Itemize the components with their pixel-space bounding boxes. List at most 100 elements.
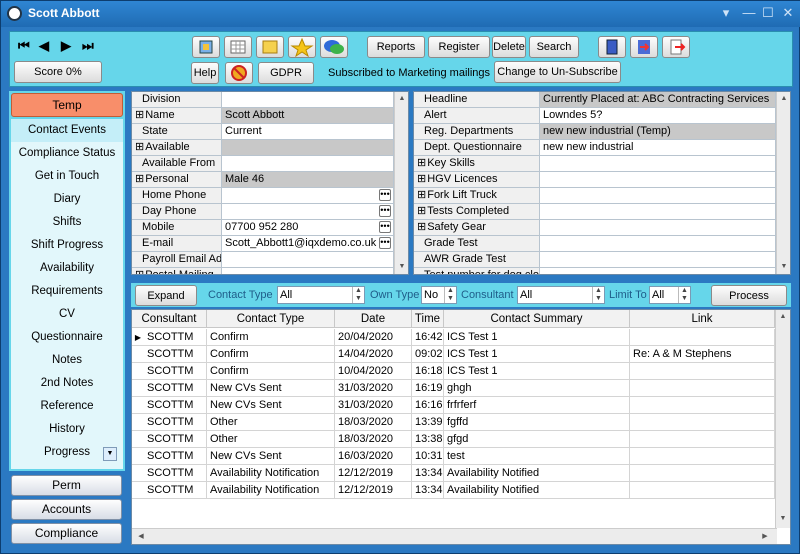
detail-value[interactable]: new new industrial (Temp) bbox=[540, 124, 776, 139]
tab-accounts[interactable]: Accounts bbox=[11, 499, 122, 520]
detail-value[interactable] bbox=[540, 156, 776, 171]
detail-row[interactable]: Headline Currently Placed at: ABC Contrac… bbox=[414, 92, 790, 108]
column-header-date[interactable]: Date bbox=[335, 310, 412, 328]
sidebar-item-reference[interactable]: Reference bbox=[11, 395, 123, 418]
sidebar-item-questionnaire[interactable]: Questionnaire bbox=[11, 326, 123, 349]
process-button[interactable]: Process bbox=[711, 285, 787, 306]
limit-to-select[interactable]: All ▲ ▼ bbox=[649, 286, 691, 304]
calendar-icon[interactable] bbox=[224, 36, 252, 58]
detail-value[interactable]: Currently Placed at: ABC Contracting Ser… bbox=[540, 92, 776, 107]
sidebar-item-get-in-touch[interactable]: Get in Touch bbox=[11, 165, 123, 188]
expand-icon[interactable]: ⊞ bbox=[417, 189, 426, 201]
detail-value[interactable] bbox=[540, 172, 776, 187]
column-header-contact-summary[interactable]: Contact Summary bbox=[444, 310, 630, 328]
refresh-icon[interactable] bbox=[192, 36, 220, 58]
table-row[interactable]: SCOTTM Other 18/03/2020 13:39 fgffd bbox=[132, 414, 777, 431]
left-details-scrollbar[interactable]: ▲ ▼ bbox=[394, 92, 408, 274]
notes-icon[interactable] bbox=[256, 36, 284, 58]
detail-row[interactable]: State Current bbox=[132, 124, 408, 140]
table-row[interactable]: SCOTTM New CVs Sent 31/03/2020 16:19 ghgh bbox=[132, 380, 777, 397]
detail-value[interactable] bbox=[540, 268, 776, 274]
sidebar-item-notes[interactable]: Notes bbox=[11, 349, 123, 372]
table-row[interactable]: ▶ SCOTTM Confirm 20/04/2020 16:42 ICS Test 1 bbox=[132, 329, 777, 346]
detail-value[interactable] bbox=[222, 268, 394, 274]
detail-row[interactable]: ⊞Tests Completed bbox=[414, 204, 790, 220]
expand-icon[interactable]: ⊞ bbox=[135, 141, 144, 153]
delete-button[interactable]: Delete bbox=[492, 36, 526, 58]
scroll-up-icon[interactable]: ▲ bbox=[395, 92, 408, 106]
next-record-icon[interactable]: ▶ bbox=[61, 38, 71, 54]
expand-icon[interactable]: ⊞ bbox=[417, 157, 426, 169]
scroll-up-icon[interactable]: ▲ bbox=[777, 92, 790, 106]
table-row[interactable]: SCOTTM Confirm 14/04/2020 09:02 ICS Test 1 Re… bbox=[132, 346, 777, 363]
expand-icon[interactable]: ⊞ bbox=[417, 173, 426, 185]
detail-value[interactable] bbox=[540, 188, 776, 203]
detail-row[interactable]: Test number for dog clo bbox=[414, 268, 790, 274]
detail-value[interactable]: Current bbox=[222, 124, 394, 139]
detail-row[interactable]: Home Phone ••• bbox=[132, 188, 408, 204]
exit-icon[interactable] bbox=[662, 36, 690, 58]
chat-icon[interactable] bbox=[320, 36, 348, 58]
detail-value[interactable] bbox=[222, 92, 394, 107]
minimize-icon[interactable]: — bbox=[740, 5, 758, 21]
table-row[interactable]: SCOTTM Confirm 10/04/2020 16:18 ICS Test 1 bbox=[132, 363, 777, 380]
transfer-icon[interactable] bbox=[630, 36, 658, 58]
detail-row[interactable]: ⊞Safety Gear bbox=[414, 220, 790, 236]
detail-row[interactable]: ⊞Name Scott Abbott bbox=[132, 108, 408, 124]
scroll-down-icon[interactable]: ▼ bbox=[395, 260, 408, 274]
detail-row[interactable]: Mobile 07700 952 280 ••• bbox=[132, 220, 408, 236]
detail-value[interactable] bbox=[222, 188, 394, 203]
maximize-icon[interactable]: ☐ bbox=[759, 5, 777, 21]
sidebar-item-placements[interactable]: Placements bbox=[11, 464, 123, 469]
detail-value[interactable]: Scott_Abbott1@iqxdemo.co.uk bbox=[222, 236, 394, 251]
detail-value[interactable] bbox=[540, 236, 776, 251]
score-button[interactable]: Score 0% bbox=[14, 61, 102, 83]
scroll-left-icon[interactable]: ◀ bbox=[134, 530, 148, 544]
scroll-up-icon[interactable]: ▲ bbox=[776, 310, 790, 324]
unsubscribe-button[interactable]: Change to Un-Subscribe bbox=[494, 61, 621, 83]
column-header-contact-type[interactable]: Contact Type bbox=[207, 310, 335, 328]
detail-value[interactable] bbox=[222, 140, 394, 155]
close-icon[interactable]: ✕ bbox=[779, 5, 797, 21]
detail-value[interactable] bbox=[222, 252, 394, 267]
detail-value[interactable]: new new industrial bbox=[540, 140, 776, 155]
detail-value[interactable] bbox=[222, 156, 394, 171]
phone-icon[interactable] bbox=[598, 36, 626, 58]
own-type-select[interactable]: No ▲ ▼ bbox=[421, 286, 457, 304]
detail-value[interactable]: 07700 952 280 bbox=[222, 220, 394, 235]
detail-row[interactable]: Reg. Departments new new industrial (Temp… bbox=[414, 124, 790, 140]
sidebar-item-cv[interactable]: CV bbox=[11, 303, 123, 326]
previous-record-icon[interactable]: ◀ bbox=[39, 38, 49, 54]
register-button[interactable]: Register bbox=[428, 36, 490, 58]
detail-row[interactable]: ⊞Personal Male 46 bbox=[132, 172, 408, 188]
detail-row[interactable]: ⊞Available bbox=[132, 140, 408, 156]
sidebar-item-history[interactable]: History bbox=[11, 418, 123, 441]
column-header-consultant[interactable]: Consultant bbox=[132, 310, 207, 328]
detail-row[interactable]: ⊞Fork Lift Truck bbox=[414, 188, 790, 204]
scroll-down-icon[interactable]: ▼ bbox=[777, 260, 790, 274]
table-row[interactable]: SCOTTM New CVs Sent 16/03/2020 10:31 test bbox=[132, 448, 777, 465]
detail-row[interactable]: Day Phone ••• bbox=[132, 204, 408, 220]
tab-compliance[interactable]: Compliance bbox=[11, 523, 122, 544]
gdpr-button[interactable]: GDPR bbox=[258, 62, 314, 84]
consultant-select[interactable]: All ▲ ▼ bbox=[517, 286, 605, 304]
detail-value[interactable]: Male 46 bbox=[222, 172, 394, 187]
detail-value[interactable]: Scott Abbott bbox=[222, 108, 394, 123]
detail-row[interactable]: Alert Lowndes 5? bbox=[414, 108, 790, 124]
ellipsis-button[interactable]: ••• bbox=[379, 205, 391, 217]
expand-icon[interactable]: ⊞ bbox=[417, 221, 426, 233]
expand-icon[interactable]: ⊞ bbox=[135, 173, 144, 185]
no-contact-icon[interactable] bbox=[225, 62, 253, 84]
menu-dropdown-icon[interactable]: ▾ bbox=[717, 5, 735, 21]
first-record-icon[interactable]: ⏮ bbox=[18, 38, 30, 54]
sidebar-item-2nd-notes[interactable]: 2nd Notes bbox=[11, 372, 123, 395]
sidebar-scroll-down-icon[interactable]: ▼ bbox=[103, 447, 117, 461]
detail-row[interactable]: ⊞Key Skills bbox=[414, 156, 790, 172]
table-row[interactable]: SCOTTM Other 18/03/2020 13:38 gfgd bbox=[132, 431, 777, 448]
detail-row[interactable]: E-mail Scott_Abbott1@iqxdemo.co.uk ••• bbox=[132, 236, 408, 252]
last-record-icon[interactable]: ⏭ bbox=[82, 38, 94, 54]
detail-value[interactable] bbox=[540, 204, 776, 219]
scroll-down-icon[interactable]: ▼ bbox=[776, 512, 790, 526]
tab-temp[interactable]: Temp bbox=[11, 93, 123, 117]
scroll-right-icon[interactable]: ▶ bbox=[758, 530, 772, 544]
